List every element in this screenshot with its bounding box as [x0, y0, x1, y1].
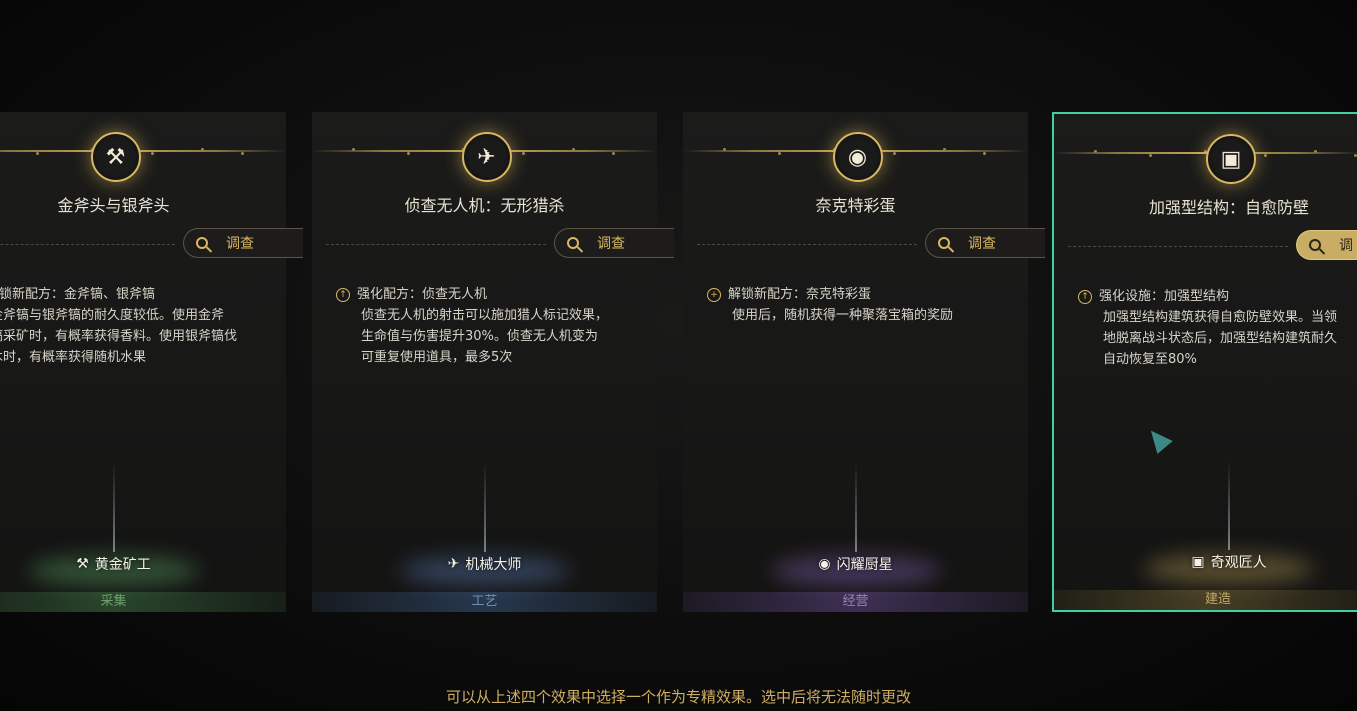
- pickaxe-axe-icon: ⚒: [90, 132, 141, 182]
- building-small-icon: ▣: [1191, 554, 1205, 570]
- specialization-card-4[interactable]: ▣ 加强型结构：自愈防壁 调 ↑ 强化设施：加强型结构 加强型结构建筑获得自愈防壁…: [1052, 112, 1357, 612]
- effect-body: 使用后，随机获得一种聚落宝箱的奖励: [707, 305, 1018, 326]
- profession-label: ✈ 机械大师: [448, 554, 522, 574]
- effect-description: ↑ 强化配方：侦查无人机 侦查无人机的射击可以施加猎人标记效果， 生命值与伤害提升…: [336, 284, 647, 368]
- effect-description: + 解锁新配方：奈克特彩蛋 使用后，随机获得一种聚落宝箱的奖励: [707, 284, 1018, 326]
- category-bar: 采集: [0, 592, 286, 612]
- category-bar: 经营: [683, 592, 1028, 612]
- effect-head: 强化配方：侦查无人机: [357, 287, 488, 302]
- effect-line: 可重复使用道具，最多5次: [361, 350, 513, 365]
- effect-head: 解锁新配方：奈克特彩蛋: [728, 287, 872, 302]
- category-label: 建造: [1205, 592, 1232, 607]
- category-label: 工艺: [471, 594, 498, 609]
- card-title: 金斧头与银斧头: [57, 196, 170, 215]
- effect-line: 金斧镐与银斧镐的耐久度较低。使用金斧: [0, 308, 225, 323]
- category-label: 经营: [842, 594, 869, 609]
- investigate-label: 调查: [968, 236, 996, 252]
- selection-hint: 可以从上述四个效果中选择一个作为专精效果。选中后将无法随时更改: [445, 688, 911, 706]
- effect-line: 使用后，随机获得一种聚落宝箱的奖励: [732, 308, 954, 323]
- card-title: 加强型结构：自愈防壁: [1148, 198, 1309, 217]
- investigate-button[interactable]: 调查: [554, 228, 674, 258]
- investigate-label: 调查: [226, 236, 254, 252]
- divider-dot: [407, 152, 410, 155]
- effect-line: 镐采矿时，有概率获得香料。使用银斧镐伐: [0, 329, 238, 344]
- divider-dot: [893, 152, 896, 155]
- specialization-card-1[interactable]: ⚒ 金斧头与银斧头 调查 +解锁新配方：金斧镐、银斧镐 金斧镐与银斧镐的耐久度较…: [0, 112, 303, 612]
- effect-head: 解锁新配方：金斧镐、银斧镐: [0, 287, 156, 302]
- effect-description: +解锁新配方：金斧镐、银斧镐 金斧镐与银斧镐的耐久度较低。使用金斧 镐采矿时，有…: [0, 284, 276, 368]
- profession-name: 黄金矿工: [94, 557, 151, 573]
- effect-head: 强化设施：加强型结构: [1099, 289, 1230, 304]
- divider-dot: [1149, 154, 1152, 157]
- specialization-card-3[interactable]: ◉ 奈克特彩蛋 调查 + 解锁新配方：奈克特彩蛋 使用后，随机获得一种聚落宝箱的奖…: [683, 112, 1045, 612]
- investigate-button[interactable]: 调查: [925, 228, 1045, 258]
- frying-pan-icon: ◉: [832, 132, 883, 182]
- effect-body: 侦查无人机的射击可以施加猎人标记效果， 生命值与伤害提升30%。侦查无人机变为 …: [336, 305, 647, 368]
- unlock-icon: +: [707, 287, 721, 302]
- effect-line: 自动恢复至80%: [1103, 352, 1197, 367]
- effect-body: 金斧镐与银斧镐的耐久度较低。使用金斧 镐采矿时，有概率获得香料。使用银斧镐伐 木…: [0, 305, 276, 368]
- drone-icon: ✈: [461, 132, 512, 182]
- card-dashline: [697, 244, 917, 245]
- card-title: 侦查无人机：无形猎杀: [404, 196, 565, 215]
- light-beam: [854, 462, 857, 552]
- investigate-label: 调查: [597, 236, 625, 252]
- card-divider: [0, 150, 286, 152]
- card-dashline: [326, 244, 546, 245]
- search-icon: [567, 237, 579, 249]
- search-icon: [1309, 239, 1321, 251]
- effect-line: 地脱离战斗状态后，加强型结构建筑耐久: [1103, 331, 1338, 346]
- effect-line: 生命值与伤害提升30%。侦查无人机变为: [361, 329, 598, 344]
- profession-name: 闪耀厨星: [836, 557, 893, 573]
- specialization-card-2[interactable]: ✈ 侦查无人机：无形猎杀 调查 ↑ 强化配方：侦查无人机 侦查无人机的射击可以施加…: [312, 112, 674, 612]
- effect-line: 侦查无人机的射击可以施加猎人标记效果，: [361, 308, 609, 323]
- card-title: 奈克特彩蛋: [815, 196, 896, 215]
- card-dashline: [1068, 246, 1288, 247]
- light-beam: [483, 462, 486, 552]
- building-shield-icon: ▣: [1206, 134, 1256, 184]
- category-label: 采集: [100, 594, 127, 609]
- light-beam: [112, 462, 115, 552]
- upgrade-icon: ↑: [336, 287, 350, 302]
- effect-line: 木时，有概率获得随机水果: [0, 350, 147, 365]
- effect-description: ↑ 强化设施：加强型结构 加强型结构建筑获得自愈防壁效果。当领 地脱离战斗状态后，…: [1078, 286, 1357, 370]
- divider-dot: [778, 152, 781, 155]
- drone-small-icon: ✈: [447, 556, 460, 572]
- pickaxe-icon: ⚒: [76, 556, 89, 572]
- investigate-button[interactable]: 调: [1296, 230, 1357, 260]
- frying-pan-small-icon: ◉: [818, 556, 831, 572]
- search-icon: [938, 237, 950, 249]
- category-bar: 建造: [1054, 590, 1357, 610]
- effect-line: 加强型结构建筑获得自愈防壁效果。当领: [1103, 310, 1338, 325]
- investigate-button[interactable]: 调查: [183, 228, 303, 258]
- category-bar: 工艺: [312, 592, 657, 612]
- profession-name: 奇观匠人: [1210, 555, 1267, 571]
- profession-name: 机械大师: [465, 557, 522, 573]
- profession-label: ◉ 闪耀厨星: [818, 554, 892, 574]
- divider-dot: [983, 152, 986, 155]
- profession-label: ▣ 奇观匠人: [1191, 552, 1266, 572]
- search-icon: [196, 237, 208, 249]
- divider-dot: [1264, 154, 1267, 157]
- divider-dot: [241, 152, 244, 155]
- profession-label: ⚒ 黄金矿工: [76, 554, 151, 574]
- divider-dot: [612, 152, 615, 155]
- light-beam: [1228, 460, 1230, 550]
- divider-dot: [151, 152, 154, 155]
- investigate-label: 调: [1339, 238, 1353, 254]
- effect-body: 加强型结构建筑获得自愈防壁效果。当领 地脱离战斗状态后，加强型结构建筑耐久 自动…: [1078, 307, 1357, 370]
- divider-dot: [522, 152, 525, 155]
- divider-dot: [36, 152, 39, 155]
- upgrade-icon: ↑: [1078, 289, 1092, 304]
- card-dashline: [0, 244, 175, 245]
